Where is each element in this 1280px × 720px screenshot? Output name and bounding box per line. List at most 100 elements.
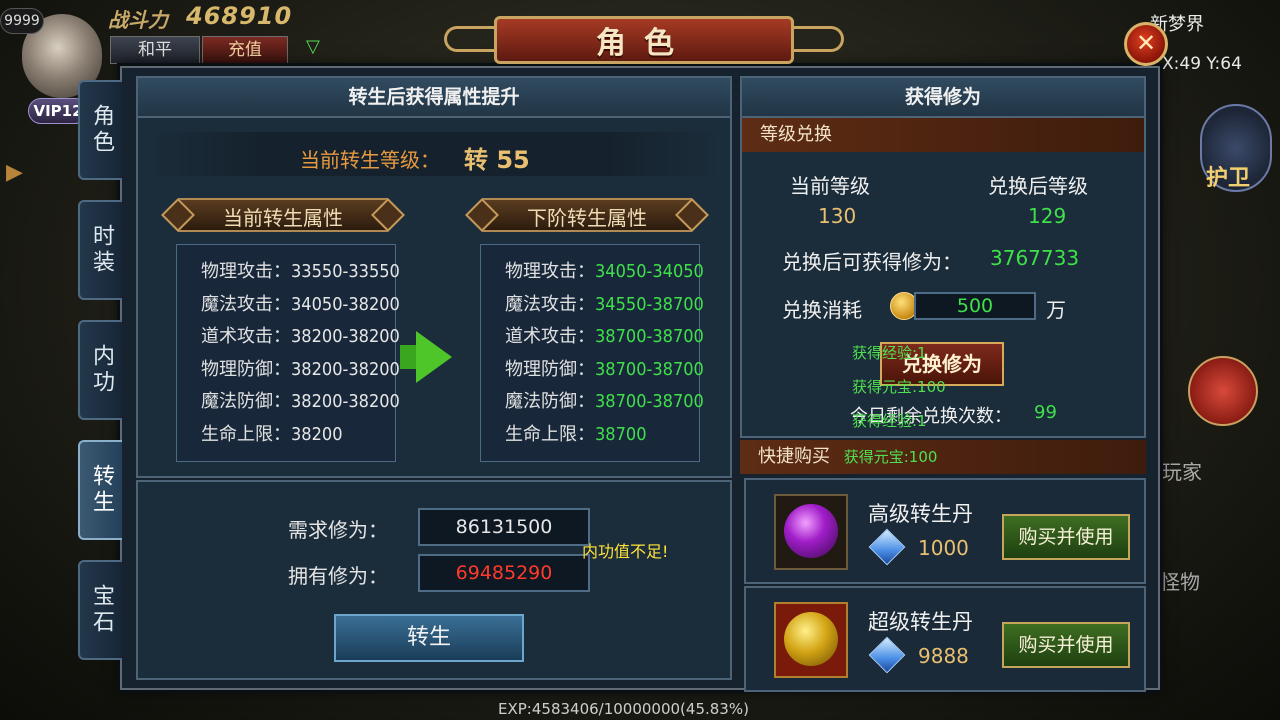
diamond-icon xyxy=(868,636,906,674)
level-exchange-subheader: 等级兑换 xyxy=(742,118,1144,152)
quick-buy-subheader: 快捷购买 获得元宝:100 xyxy=(740,440,1146,474)
attr-key: 物理攻击： xyxy=(505,261,595,282)
rebirth-button[interactable]: 转生 xyxy=(334,614,524,662)
combat-power-value: 468910 xyxy=(186,2,293,30)
item-price: 1000 xyxy=(918,536,969,560)
attr-value: 34050-38200 xyxy=(291,293,400,315)
attr-key: 道术攻击： xyxy=(505,326,595,347)
shop-item: 高级转生丹 1000 购买并使用 xyxy=(744,478,1146,584)
rebirth-attribute-section: 转生后获得属性提升 当前转生等级： 转 55 当前转生属性 下阶转生属性 物理攻… xyxy=(136,76,732,478)
quick-buy-title: 快捷购买 xyxy=(758,446,830,467)
attr-row: 生命上限：38200 xyxy=(201,420,400,453)
required-cultivation-label: 需求修为： xyxy=(288,518,388,542)
window-title-plate: 角色 xyxy=(444,6,844,72)
current-level-value: 130 xyxy=(818,204,857,228)
tab-inner-power[interactable]: 内功 xyxy=(78,320,122,420)
window-title: 角色 xyxy=(596,26,692,61)
arrow-right-icon xyxy=(416,331,452,383)
player-level-badge: 9999 xyxy=(0,8,44,34)
attr-row: 生命上限：38700 xyxy=(505,420,704,453)
player-list-label[interactable]: 玩家 xyxy=(1162,456,1202,485)
next-attr-ribbon: 下阶转生属性 xyxy=(464,196,710,234)
attr-row: 道术攻击：38700-38700 xyxy=(505,322,704,355)
attr-value: 33550-33550 xyxy=(291,261,400,282)
reward-toast: 获得经验:1 xyxy=(852,412,927,430)
attr-key: 魔法防御： xyxy=(505,391,595,412)
attr-key: 道术攻击： xyxy=(201,326,291,347)
guard-label: 护卫 xyxy=(1206,166,1251,191)
current-level-label: 当前等级 xyxy=(790,174,870,198)
attr-value: 38700-38700 xyxy=(595,391,704,412)
owned-cultivation-value: 69485290 xyxy=(418,554,590,592)
attr-value: 34050-34050 xyxy=(595,261,704,282)
attr-row: 物理攻击：34050-34050 xyxy=(505,257,704,290)
close-button[interactable]: ✕ xyxy=(1124,22,1168,66)
item-name: 超级转生丹 xyxy=(868,610,973,634)
attr-value: 38700 xyxy=(595,423,647,445)
gain-cultivation-value: 3767733 xyxy=(990,246,1080,270)
advanced-rebirth-pill-icon xyxy=(774,494,848,570)
attr-key: 魔法防御： xyxy=(201,391,291,412)
monster-list-label[interactable]: 怪物 xyxy=(1160,566,1200,595)
gain-cultivation-label: 兑换后可获得修为： xyxy=(782,250,962,274)
item-price: 9888 xyxy=(918,644,969,668)
remaining-exchange-value: 99 xyxy=(1034,402,1057,423)
after-level-label: 兑换后等级 xyxy=(988,174,1088,198)
tab-fashion[interactable]: 时装 xyxy=(78,200,122,300)
rebirth-requirement-section: 需求修为： 86131500 拥有修为： 69485290 内功值不足! 转生 xyxy=(136,480,732,680)
cultivation-section: 获得修为 等级兑换 当前等级 130 兑换后等级 129 兑换后可获得修为： 3… xyxy=(740,76,1146,438)
tab-gems[interactable]: 宝石 xyxy=(78,560,122,660)
attr-row: 物理攻击：33550-33550 xyxy=(201,257,400,290)
attr-key: 生命上限： xyxy=(201,423,291,445)
map-coordinates: X:49 Y:64 xyxy=(1162,54,1242,74)
exp-bar-text: EXP:4583406/10000000(45.83%) xyxy=(498,700,749,718)
after-level-value: 129 xyxy=(1028,204,1067,228)
tab-rebirth[interactable]: 转生 xyxy=(78,440,122,540)
recharge-button[interactable]: 充值 xyxy=(202,36,288,64)
next-attr-title: 下阶转生属性 xyxy=(527,206,647,230)
reward-toast: 获得经验:1 xyxy=(852,344,927,362)
reward-toast: 获得元宝:100 xyxy=(852,378,946,396)
attr-value: 38200-38200 xyxy=(291,391,400,412)
attr-key: 魔法攻击： xyxy=(201,293,291,315)
attr-key: 物理防御： xyxy=(201,358,291,380)
cultivation-section-header: 获得修为 xyxy=(742,78,1144,118)
next-attr-box: 物理攻击：34050-34050 魔法攻击：34550-38700 道术攻击：3… xyxy=(480,244,704,462)
cost-label: 兑换消耗 xyxy=(782,298,862,322)
attr-row: 物理防御：38200-38200 xyxy=(201,355,400,388)
attr-row: 魔法防御：38700-38700 xyxy=(505,387,704,420)
attr-key: 物理攻击： xyxy=(201,261,291,282)
attr-value: 34550-38700 xyxy=(595,293,704,315)
current-attr-list: 物理攻击：33550-33550 魔法攻击：34050-38200 道术攻击：3… xyxy=(201,257,400,452)
shop-item: 超级转生丹 9888 购买并使用 xyxy=(744,586,1146,692)
attr-row: 道术攻击：38200-38200 xyxy=(201,322,400,355)
attr-value: 38200-38200 xyxy=(291,326,400,347)
combat-power-label: 战斗力 xyxy=(108,8,168,32)
current-attr-ribbon: 当前转生属性 xyxy=(160,196,406,234)
attr-key: 魔法攻击： xyxy=(505,293,595,315)
tab-character[interactable]: 角色 xyxy=(78,80,122,180)
attr-row: 魔法攻击：34550-38700 xyxy=(505,290,704,323)
item-name: 高级转生丹 xyxy=(868,502,973,526)
attr-value: 38200 xyxy=(291,423,343,445)
attr-value: 38200-38200 xyxy=(291,358,400,380)
attr-row: 魔法攻击：34050-38200 xyxy=(201,290,400,323)
wifi-icon: ▽ xyxy=(306,36,320,57)
current-attr-box: 物理攻击：33550-33550 魔法攻击：34050-38200 道术攻击：3… xyxy=(176,244,400,462)
buy-and-use-button[interactable]: 购买并使用 xyxy=(1002,622,1130,668)
attr-row: 魔法防御：38200-38200 xyxy=(201,387,400,420)
current-rebirth-level-value: 转 55 xyxy=(464,146,530,174)
super-rebirth-pill-icon xyxy=(774,602,848,678)
cost-value: 500 xyxy=(914,292,1036,320)
buy-and-use-button[interactable]: 购买并使用 xyxy=(1002,514,1130,560)
diamond-icon xyxy=(868,528,906,566)
next-attr-list: 物理攻击：34050-34050 魔法攻击：34550-38700 道术攻击：3… xyxy=(505,257,704,452)
reward-toast: 获得元宝:100 xyxy=(843,448,938,466)
attr-row: 物理防御：38700-38700 xyxy=(505,355,704,388)
expand-arrow-icon[interactable]: ▶ xyxy=(6,160,23,185)
event-icon[interactable] xyxy=(1188,356,1258,426)
pk-mode-button[interactable]: 和平 xyxy=(110,36,200,64)
rebirth-section-header: 转生后获得属性提升 xyxy=(138,78,730,118)
attr-key: 生命上限： xyxy=(505,423,595,445)
current-rebirth-level-label: 当前转生等级： xyxy=(300,148,440,172)
